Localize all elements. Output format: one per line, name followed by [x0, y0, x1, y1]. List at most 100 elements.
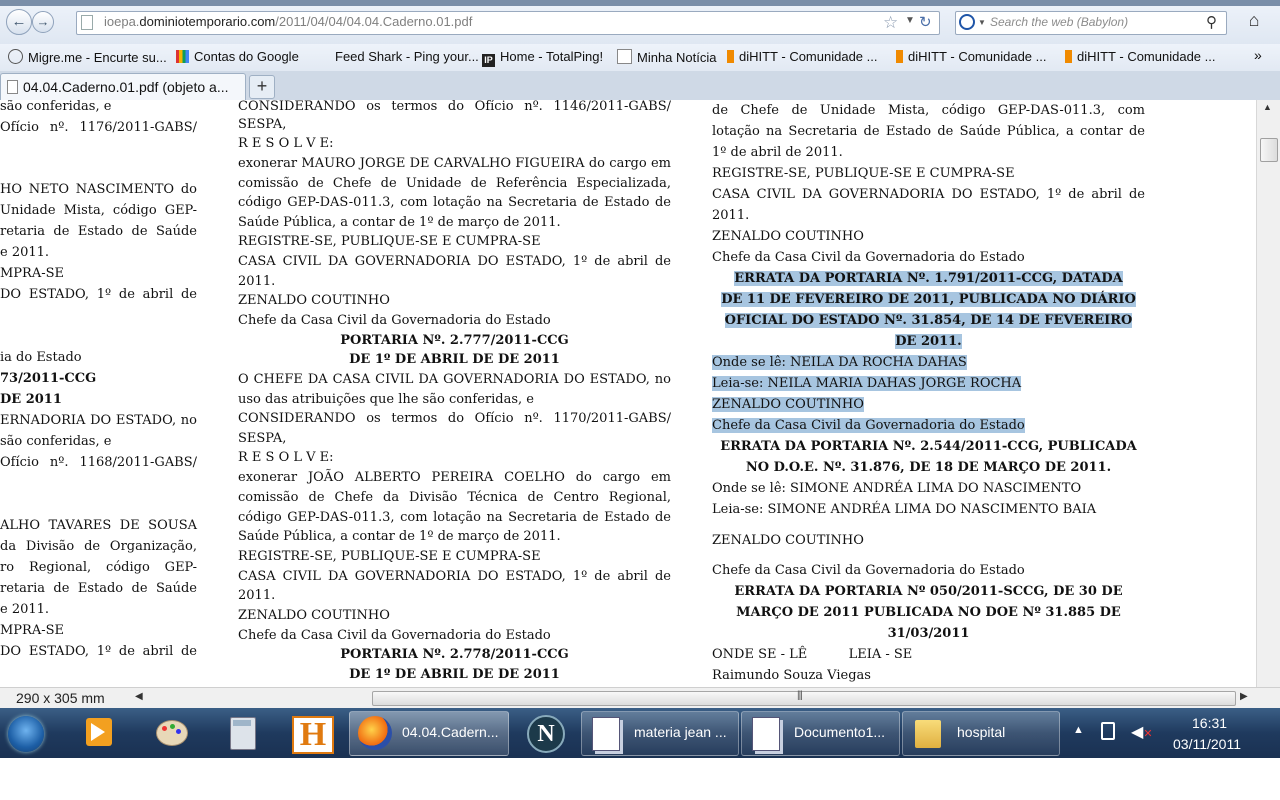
netscape-icon[interactable]: N — [524, 714, 565, 753]
h-app-icon[interactable]: H — [290, 714, 334, 754]
doc-col3-line: 2011. — [712, 208, 750, 223]
doc-col1-line: DO ESTADO, 1º de abril de — [0, 287, 197, 302]
doc-col1-line: ERNADORIA DO ESTADO, no — [0, 413, 197, 428]
doc-col1-line: e 2011. — [0, 602, 50, 617]
doc-col2-line: SESPA, — [238, 117, 287, 132]
errata-onde-se-le-selected: Onde se lê: NEILA DA ROCHA DAHAS — [712, 355, 967, 370]
taskbar-word-documento1[interactable]: Documento1... — [741, 711, 900, 756]
scroll-right-arrow-icon[interactable]: ▶ — [1240, 691, 1248, 702]
doc-col3-line: Chefe da Casa Civil da Governadoria do E… — [712, 250, 1025, 265]
word-document-icon — [592, 717, 620, 751]
signature-name-selected: ZENALDO COUTINHO — [712, 397, 864, 412]
doc-col3-line: ZENALDO COUTINHO — [712, 229, 864, 244]
search-engine-dropdown-icon[interactable]: ▼ — [978, 18, 986, 27]
doc-col2-line: uso das atribuições que lhe são conferid… — [238, 392, 534, 407]
doc-col1-line: são conferidas, e — [0, 100, 112, 114]
url-text[interactable]: ioepa.dominiotemporario.com/2011/04/04/0… — [104, 14, 472, 29]
clock-time[interactable]: 16:31 — [1192, 715, 1227, 731]
reload-icon[interactable]: ↻ — [919, 13, 932, 31]
url-history-dropdown-icon[interactable]: ▼ — [905, 15, 915, 26]
home-button[interactable]: ⌂ — [1240, 10, 1268, 34]
doc-col3-line: de Chefe de Unidade Mista, código GEP-DA… — [712, 103, 1145, 118]
page-icon — [7, 80, 18, 94]
search-icon[interactable]: ⚲ — [1206, 13, 1217, 31]
paint-icon[interactable] — [150, 714, 190, 752]
bookmark-feed-shark[interactable]: Feed Shark - Ping your... — [335, 49, 479, 64]
show-hidden-icons-icon[interactable]: ▲ — [1073, 724, 1084, 736]
start-button[interactable] — [8, 716, 44, 752]
page-icon — [81, 15, 93, 30]
scroll-up-arrow-icon[interactable]: ▲ — [1263, 102, 1272, 112]
portaria-date: DE 1º DE ABRIL DE DE 2011 — [349, 352, 560, 367]
doc-col1-line: ro Regional, código GEP- — [0, 560, 197, 575]
search-input[interactable]: Search the web (Babylon) — [990, 15, 1128, 29]
media-player-icon[interactable] — [78, 714, 118, 752]
errata-leia-se-selected: Leia-se: NEILA MARIA DAHAS JORGE ROCHA — [712, 376, 1022, 391]
address-bar[interactable]: ioepa.dominiotemporario.com/2011/04/04/0… — [76, 11, 940, 35]
new-tab-button[interactable]: + — [249, 75, 275, 99]
bookmark-migre-me[interactable]: Migre.me - Encurte su... — [8, 49, 167, 65]
doc-col2-line: CASA CIVIL DA GOVERNADORIA DO ESTADO, 1º… — [238, 569, 671, 584]
doc-col2-line: Saúde Pública, a contar de 1º de março d… — [238, 529, 561, 544]
bookmark-minha-noticia[interactable]: Minha Notícia — [617, 49, 716, 65]
doc-col1-line: e 2011. — [0, 245, 50, 260]
doc-col1-line: DE 2011 — [0, 392, 62, 407]
calculator-icon[interactable] — [222, 714, 262, 752]
taskbar-folder-hospital[interactable]: hospital — [902, 711, 1060, 756]
doc-col2-line: 2011. — [238, 274, 276, 289]
bookmark-dihitt-1[interactable]: diHITT - Comunidade ... — [727, 49, 877, 64]
errata-heading: ERRATA DA PORTARIA Nº 050/2011-SCCG, DE … — [734, 584, 1123, 599]
doc-col3-line: Chefe da Casa Civil da Governadoria do E… — [712, 563, 1025, 578]
doc-col2-line: REGISTRE-SE, PUBLIQUE-SE E CUMPRA-SE — [238, 549, 541, 564]
bookmark-contas-google[interactable]: Contas do Google — [176, 49, 299, 64]
doc-col2-line: O CHEFE DA CASA CIVIL DA GOVERNADORIA DO… — [238, 372, 671, 387]
doc-col1-line: retaria de Estado de Saúde — [0, 224, 197, 239]
bookmark-dihitt-3[interactable]: diHITT - Comunidade ... — [1065, 49, 1215, 64]
taskbar-firefox-window[interactable]: 04.04.Cadern... — [349, 711, 509, 756]
migre-me-icon — [8, 49, 23, 64]
doc-col1-line: 73/2011-CCG — [0, 371, 97, 386]
vertical-scroll-thumb[interactable] — [1260, 138, 1278, 162]
url-subdomain: ioepa. — [104, 14, 140, 29]
signature-title-selected: Chefe da Casa Civil da Governadoria do E… — [712, 418, 1025, 433]
url-host: dominiotemporario.com — [139, 14, 276, 29]
doc-col2-line: R E S O L V E: — [238, 136, 334, 151]
horizontal-scroll-thumb[interactable]: ||| — [372, 690, 1236, 706]
page-size-readout: 290 x 305 mm — [16, 690, 105, 706]
doc-col2-line: 2011. — [238, 588, 276, 603]
errata-heading: NO D.O.E. Nº. 31.876, DE 18 DE MARÇO DE … — [745, 460, 1112, 475]
bookmark-dihitt-2[interactable]: diHITT - Comunidade ... — [896, 49, 1046, 64]
doc-col2-line: CONSIDERANDO os termos do Ofício nº. 114… — [238, 100, 671, 114]
doc-col2-line: exonerar JOÃO ALBERTO PEREIRA COELHO do … — [238, 470, 671, 485]
search-bar[interactable]: ▼ Search the web (Babylon) ⚲ — [955, 11, 1227, 35]
speaker-muted-icon[interactable]: ◀✕ — [1131, 722, 1153, 742]
errata-heading: 31/03/2011 — [887, 626, 970, 641]
portaria-heading: PORTARIA Nº. 2.778/2011-CCG — [340, 647, 569, 662]
doc-col1-line: MPRA-SE — [0, 266, 65, 281]
url-path: /2011/04/04/04.04.Caderno.01.pdf — [275, 14, 473, 29]
babylon-search-engine-icon[interactable] — [959, 14, 975, 30]
doc-col1-line: ALHO TAVARES DE SOUSA — [0, 518, 197, 533]
scroll-left-arrow-icon[interactable]: ◀ — [135, 691, 143, 702]
bookmarks-overflow-icon[interactable]: » — [1254, 47, 1262, 63]
tab-strip: 04.04.Caderno.01.pdf (objeto a... + — [0, 71, 1280, 101]
doc-col2-line: ZENALDO COUTINHO — [238, 608, 390, 623]
clock-date[interactable]: 03/11/2011 — [1173, 736, 1241, 752]
taskbar-word-materia[interactable]: materia jean ... — [581, 711, 739, 756]
doc-col2-line: CASA CIVIL DA GOVERNADORIA DO ESTADO, 1º… — [238, 254, 671, 269]
doc-col1-line: Ofício nº. 1168/2011-GABS/ — [0, 455, 197, 470]
bookmark-totalping[interactable]: IP Home - TotalPing! — [482, 49, 603, 67]
pdf-viewer[interactable]: são conferidas, e Ofício nº. 1176/2011-G… — [0, 100, 1256, 687]
vertical-scrollbar[interactable]: ▲ — [1256, 100, 1280, 687]
dihitt-icon — [727, 50, 734, 63]
forward-button[interactable]: → — [32, 11, 54, 33]
back-button[interactable]: ← — [6, 9, 32, 35]
bookmark-star-icon[interactable]: ☆ — [883, 13, 898, 33]
doc-col2-line: REGISTRE-SE, PUBLIQUE-SE E CUMPRA-SE — [238, 234, 541, 249]
doc-col2-line: R E S O L V E: — [238, 450, 334, 465]
tab-pdf[interactable]: 04.04.Caderno.01.pdf (objeto a... — [0, 73, 246, 101]
battery-icon[interactable] — [1101, 722, 1115, 740]
dihitt-icon — [896, 50, 903, 63]
doc-col2-line: SESPA, — [238, 431, 287, 446]
totalping-icon: IP — [482, 54, 495, 67]
